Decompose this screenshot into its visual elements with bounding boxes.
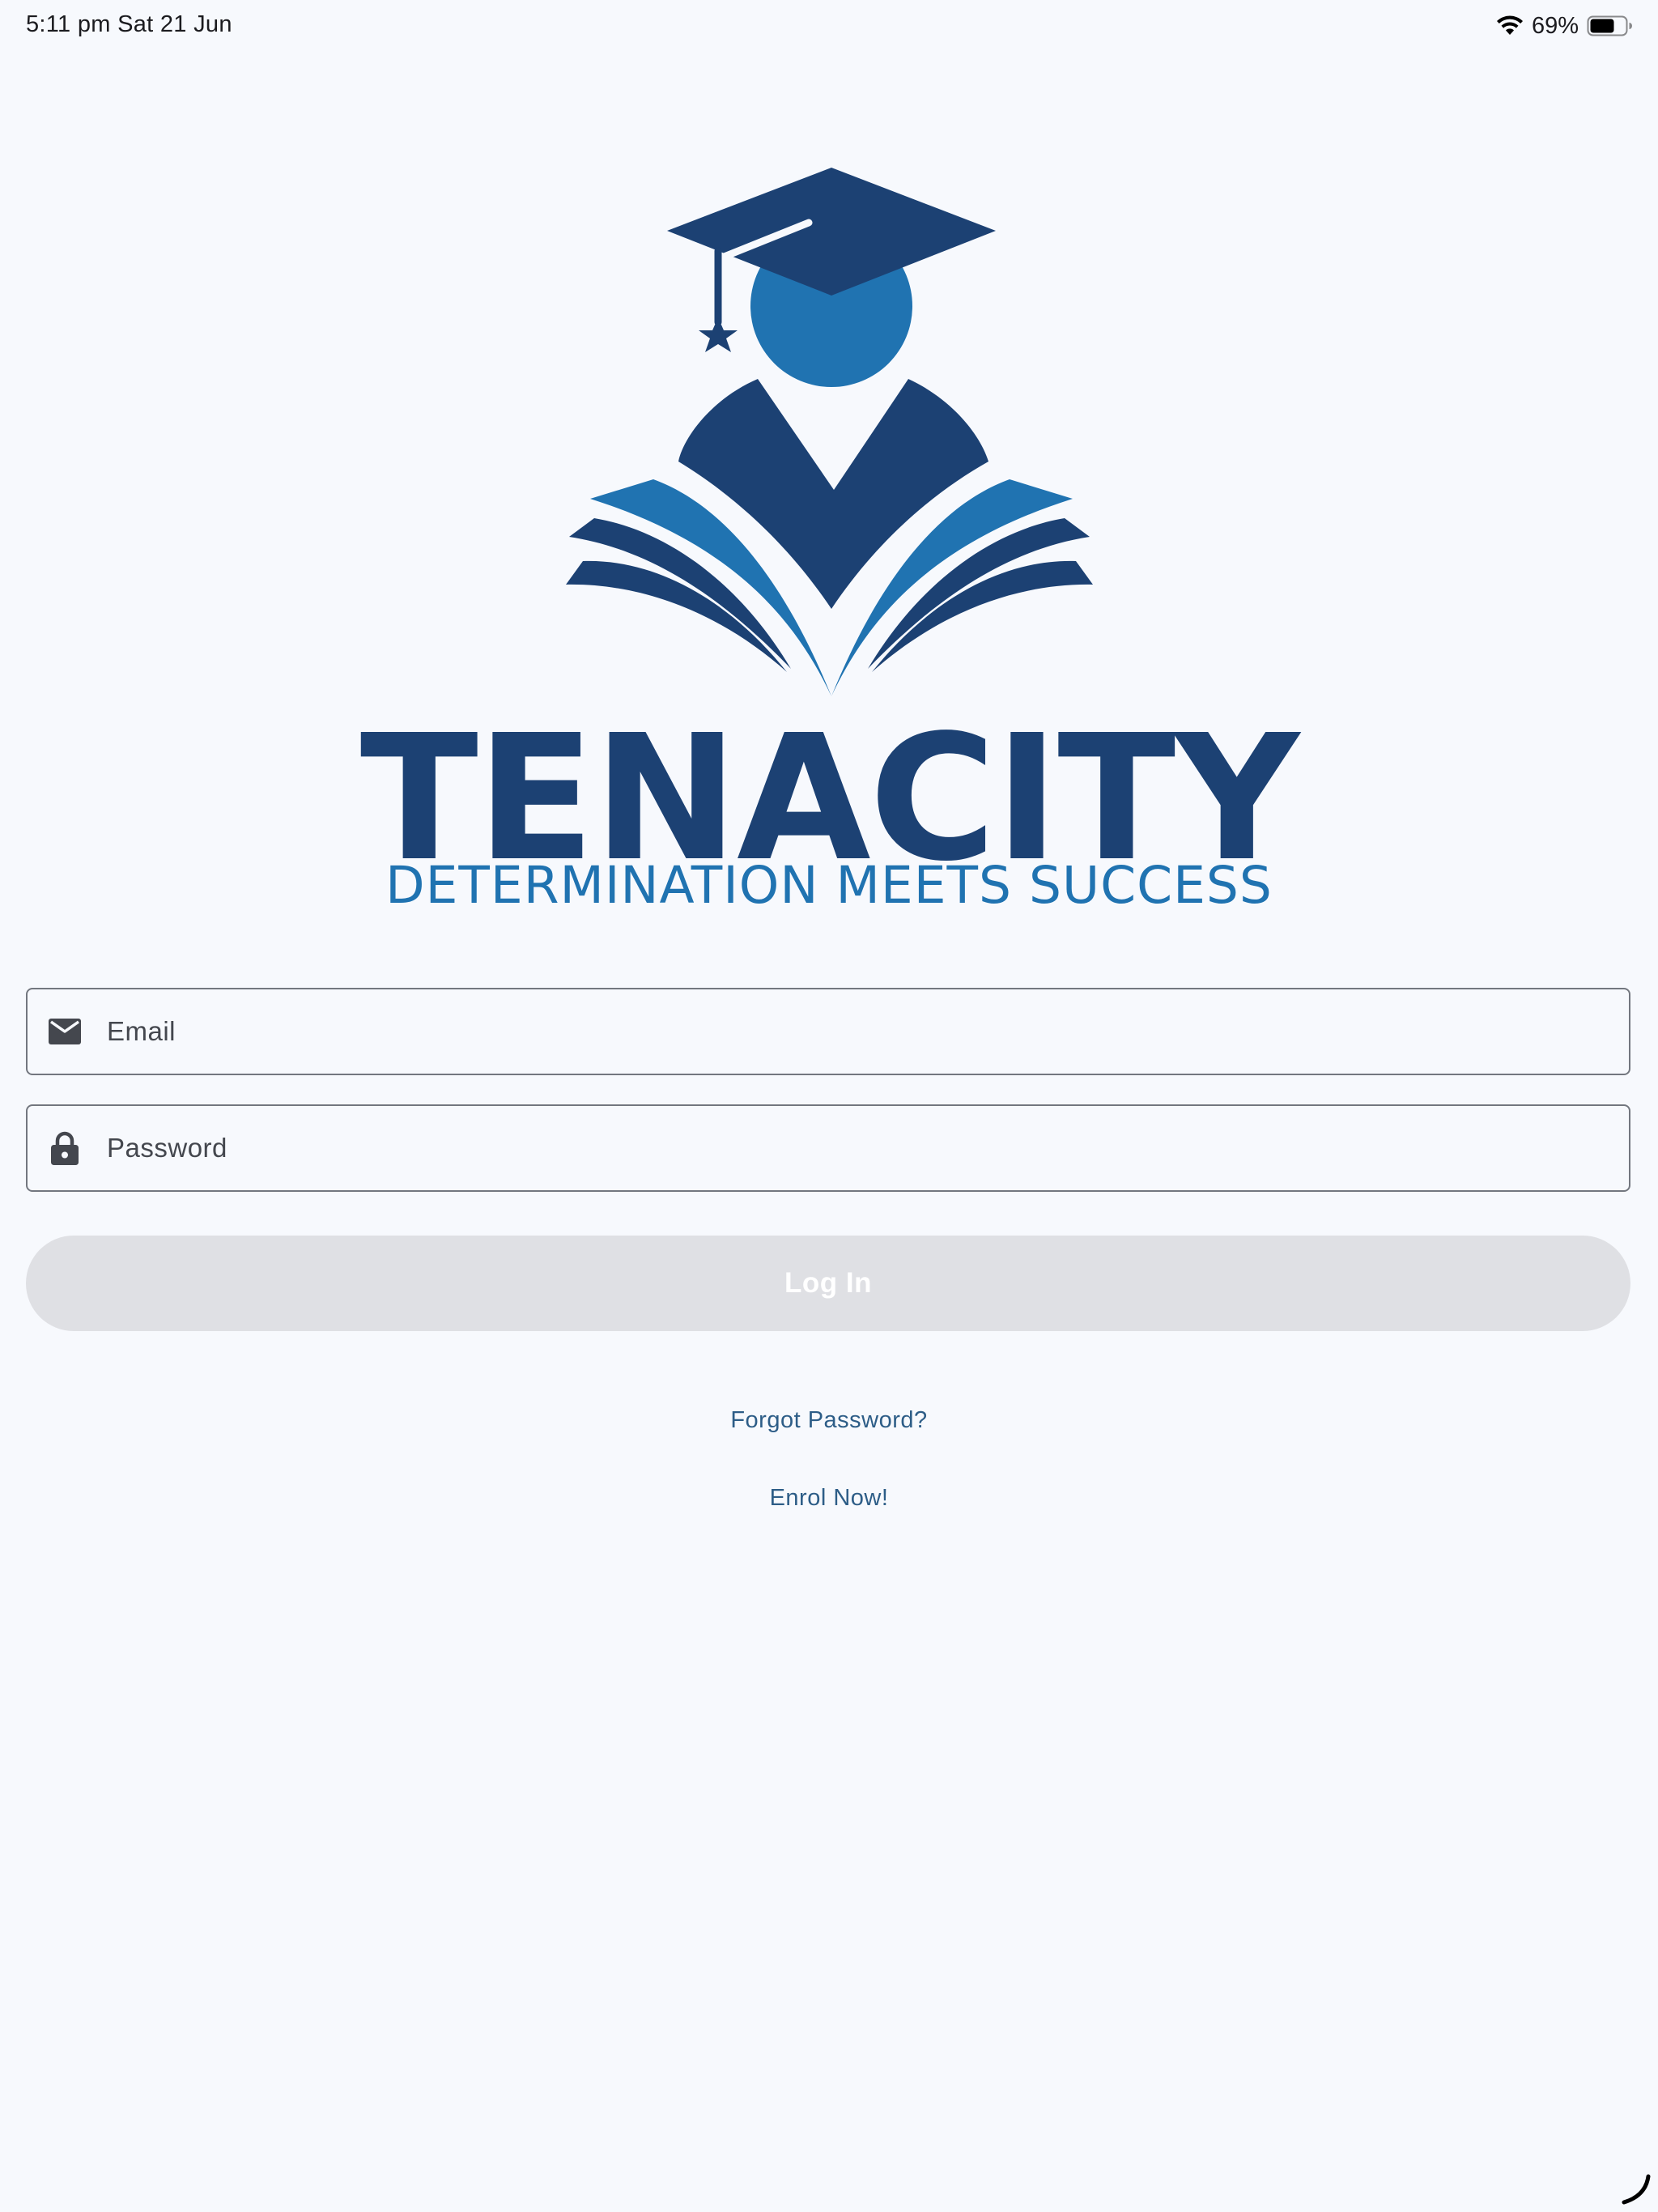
password-field[interactable]: [26, 1104, 1630, 1192]
lock-icon: [47, 1130, 83, 1166]
email-input[interactable]: [107, 989, 1629, 1074]
password-input[interactable]: [107, 1106, 1629, 1190]
status-time-date: 5:11 pm Sat 21 Jun: [26, 11, 232, 37]
status-right: 69%: [1496, 10, 1632, 42]
logo-star: [699, 317, 738, 352]
status-bar: 5:11 pm Sat 21 Jun 69%: [0, 0, 1658, 52]
wifi-icon: [1496, 15, 1524, 36]
logo-gown: [678, 379, 988, 609]
enrol-now-link[interactable]: Enrol Now!: [0, 1485, 1658, 1512]
tenacity-logo: [566, 168, 1093, 696]
forgot-password-link[interactable]: Forgot Password?: [0, 1407, 1658, 1434]
battery-percent: 69%: [1531, 12, 1579, 39]
battery-icon: [1587, 15, 1632, 36]
brand-tagline: DETERMINATION MEETS SUCCESS: [385, 856, 1273, 915]
login-button[interactable]: Log In: [26, 1236, 1630, 1331]
email-field[interactable]: [26, 988, 1630, 1075]
mail-icon: [47, 1014, 83, 1049]
corner-arc-icon: [1622, 2174, 1651, 2205]
